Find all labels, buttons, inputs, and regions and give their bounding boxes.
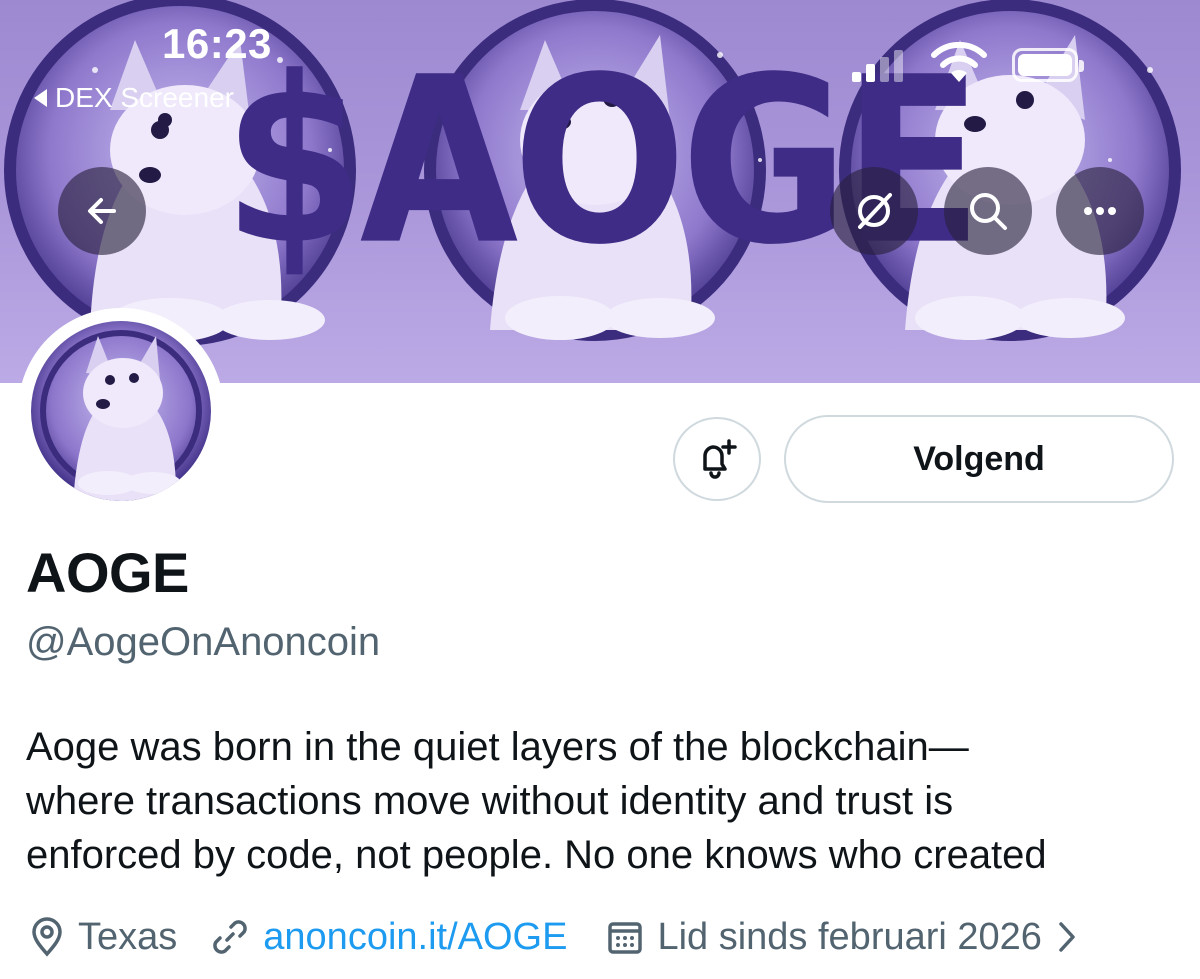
search-icon	[970, 193, 1007, 230]
grok-button[interactable]	[830, 167, 918, 255]
website-link[interactable]: anoncoin.it/AOGE	[263, 916, 567, 959]
location-text: Texas	[78, 915, 178, 958]
avatar-image	[31, 321, 211, 501]
profile-meta-row: Texas anoncoin.it/AOGE Lid sinds februar…	[30, 912, 1078, 962]
bio-line: Aoge was born in the quiet layers of the…	[26, 725, 969, 769]
bio-line: enforced by code, not people. No one kno…	[26, 833, 1047, 877]
arrow-left-icon	[88, 198, 116, 224]
bio-line: where transactions move without identity…	[26, 779, 954, 823]
location-pin-icon	[32, 917, 62, 957]
battery-icon	[1012, 48, 1084, 82]
back-app-label: DEX Screener	[55, 82, 234, 113]
chevron-right-icon[interactable]	[1056, 920, 1078, 954]
location-item: Texas	[30, 916, 177, 959]
wifi-icon	[931, 42, 987, 82]
profile-bio: Aoge was born in the quiet layers of the…	[26, 720, 1186, 882]
bell-plus-icon	[703, 439, 737, 479]
display-name: AOGE	[26, 541, 189, 604]
website-item[interactable]: anoncoin.it/AOGE	[211, 916, 567, 959]
search-button[interactable]	[944, 167, 1032, 255]
back-triangle-icon	[34, 89, 47, 107]
status-time: 16:23	[162, 20, 272, 67]
profile-avatar[interactable]	[18, 308, 224, 514]
back-to-app-link[interactable]: DEX Screener	[34, 82, 234, 114]
more-icon	[1084, 207, 1116, 215]
grok-icon	[858, 193, 892, 229]
back-button[interactable]	[58, 167, 146, 255]
following-button[interactable]: Volgend	[784, 415, 1174, 503]
notifications-button[interactable]	[673, 417, 761, 501]
calendar-icon	[608, 922, 643, 954]
cellular-signal-icon	[852, 50, 903, 82]
user-handle: @AogeOnAnoncoin	[26, 620, 381, 664]
link-icon	[213, 920, 248, 954]
joined-item: Lid sinds februari 2026	[607, 916, 1077, 959]
more-button[interactable]	[1056, 167, 1144, 255]
joined-text: Lid sinds februari 2026	[657, 915, 1042, 958]
